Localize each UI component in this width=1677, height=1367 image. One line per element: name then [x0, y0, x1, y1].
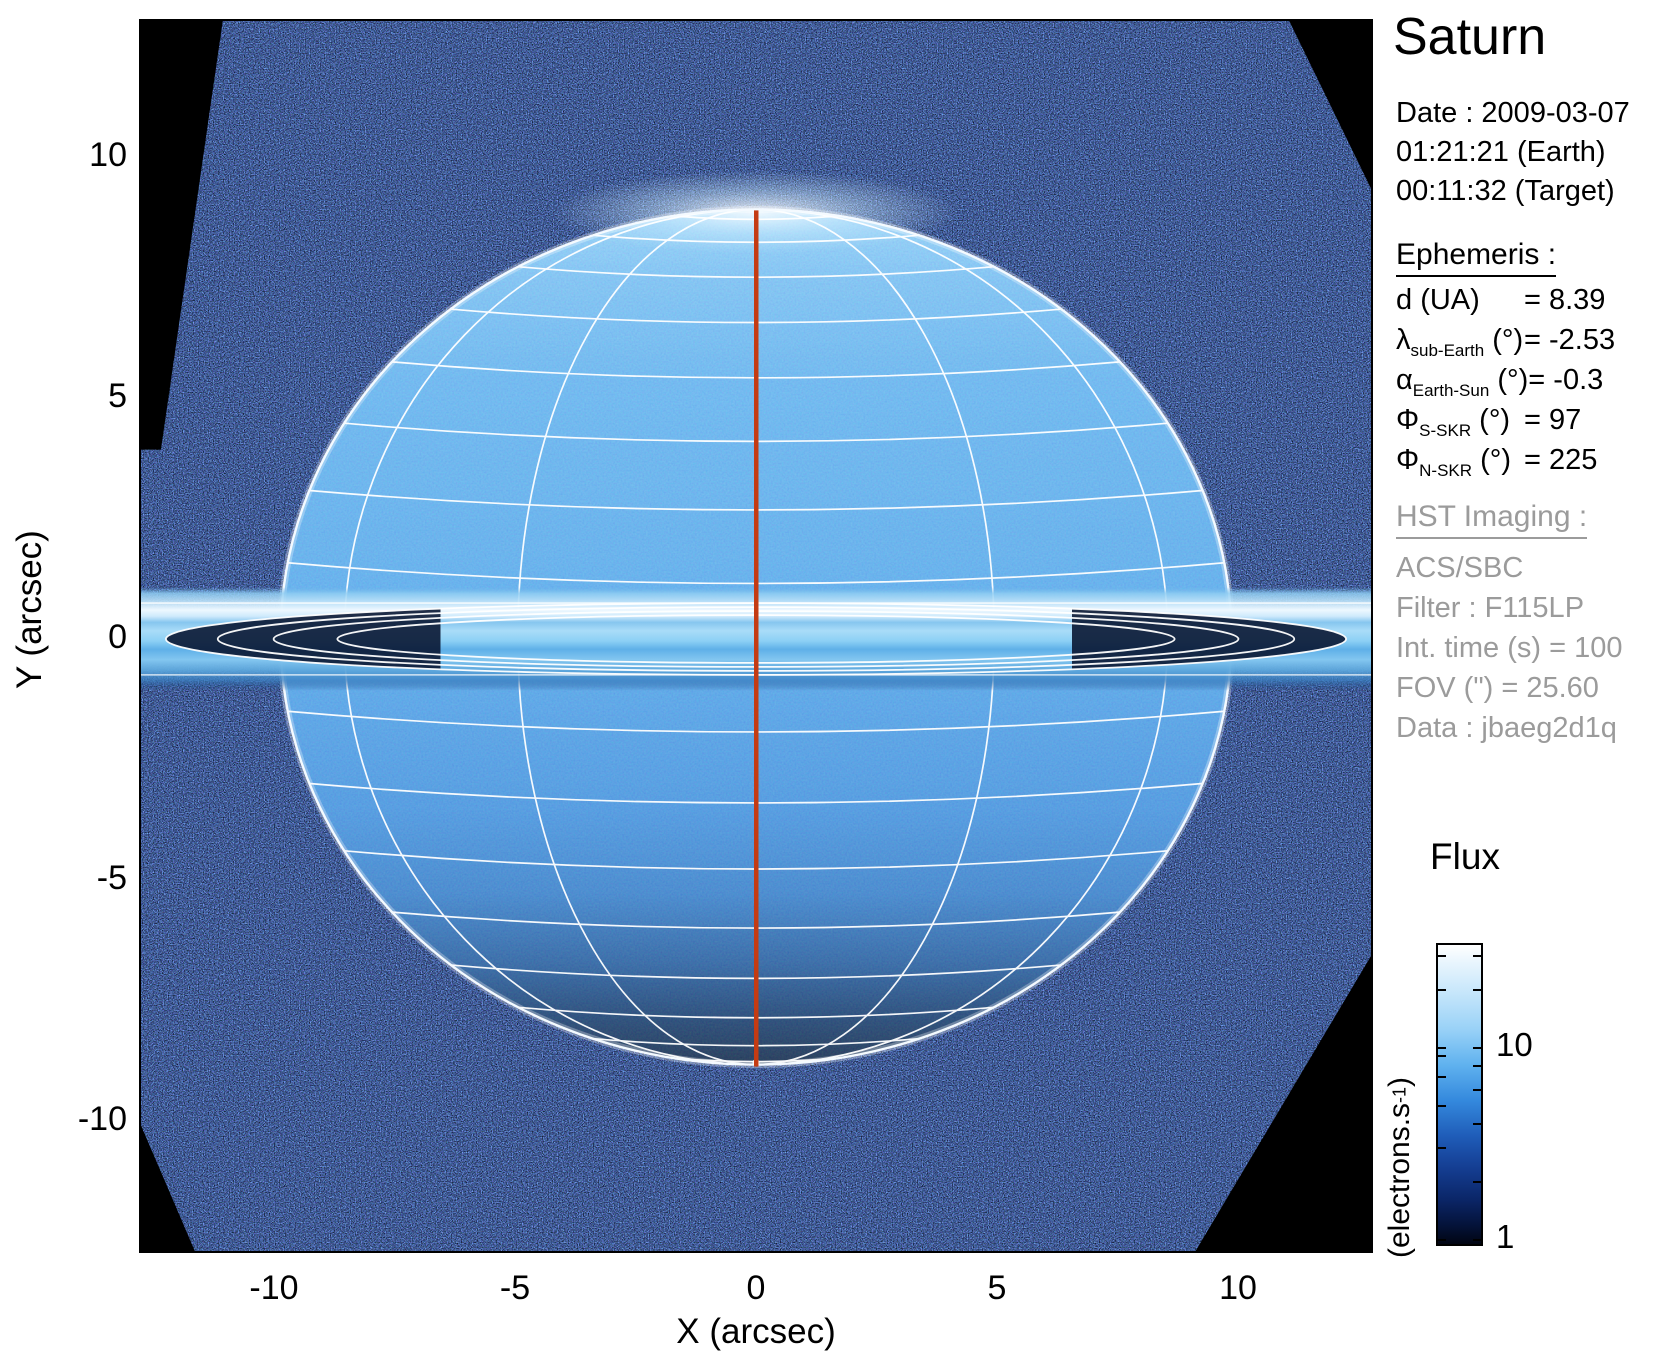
ephemeris-row-phase-angle: αEarth-Sun (°)= -0.3	[1396, 364, 1615, 404]
y-axis-label: Y (arcsec)	[10, 420, 50, 800]
ephemeris-heading-wrap: Ephemeris :	[1396, 238, 1556, 277]
saturn-uv-image	[141, 21, 1371, 1251]
ephemeris-row-n-skr-phase: ΦN-SKR (°)= 225	[1396, 444, 1615, 484]
colorbar-label-1: 1	[1496, 1218, 1514, 1256]
cb-tick-20	[1438, 989, 1446, 991]
hst-imaging-block: HST Imaging : ACS/SBC Filter : F115LP In…	[1396, 500, 1622, 748]
saturn-image-plot	[139, 19, 1373, 1253]
target-time-line: 00:11:32 (Target)	[1396, 172, 1630, 211]
earth-time-line: 01:21:21 (Earth)	[1396, 133, 1630, 172]
colorbar-unit-label: (electrons.s-1)	[1383, 928, 1417, 1258]
hst-data-id: Data : jbaeg2d1q	[1396, 708, 1622, 748]
ephemeris-heading: Ephemeris :	[1396, 238, 1556, 277]
hst-filter: Filter : F115LP	[1396, 588, 1622, 628]
colorbar-title: Flux	[1398, 836, 1532, 878]
cb-tick-1	[1438, 1239, 1446, 1241]
ytick-10: 10	[43, 135, 127, 175]
cb-tick-10	[1438, 1047, 1446, 1049]
xtick-10: 10	[1168, 1268, 1308, 1308]
xtick-0: 0	[686, 1268, 826, 1308]
ephemeris-row-s-skr-phase: ΦS-SKR (°)= 97	[1396, 404, 1615, 444]
xtick-5: 5	[927, 1268, 1067, 1308]
x-axis-label: X (arcsec)	[586, 1312, 926, 1352]
ytick-0: 0	[43, 617, 127, 657]
ytick-5: 5	[43, 376, 127, 416]
ytick-m10: -10	[43, 1099, 127, 1139]
page-title: Saturn	[1393, 8, 1546, 66]
ephemeris-table: d (UA)= 8.39 λsub-Earth (°)= -2.53 αEart…	[1396, 284, 1615, 484]
xtick-m5: -5	[445, 1268, 585, 1308]
central-meridian-red-line	[754, 210, 758, 1066]
observation-date-block: Date : 2009-03-07 01:21:21 (Earth) 00:11…	[1396, 94, 1630, 211]
colorbar-label-10: 10	[1496, 1026, 1533, 1064]
ephemeris-row-distance: d (UA)= 8.39	[1396, 284, 1615, 324]
hst-fov: FOV (") = 25.60	[1396, 668, 1622, 708]
figure-canvas: 10 5 0 -5 -10 -10 -5 0 5 10 X (arcsec) Y…	[0, 0, 1677, 1367]
date-line: Date : 2009-03-07	[1396, 94, 1630, 133]
hst-instrument: ACS/SBC	[1396, 548, 1622, 588]
hst-imaging-heading: HST Imaging :	[1396, 500, 1587, 539]
cb-tick-30	[1438, 955, 1446, 957]
hst-int-time: Int. time (s) = 100	[1396, 628, 1622, 668]
ephemeris-row-subearth-lat: λsub-Earth (°)= -2.53	[1396, 324, 1615, 364]
cb-tick-2	[1473, 1181, 1481, 1183]
flux-colorbar	[1436, 943, 1483, 1246]
ytick-m5: -5	[43, 858, 127, 898]
xtick-m10: -10	[204, 1268, 344, 1308]
